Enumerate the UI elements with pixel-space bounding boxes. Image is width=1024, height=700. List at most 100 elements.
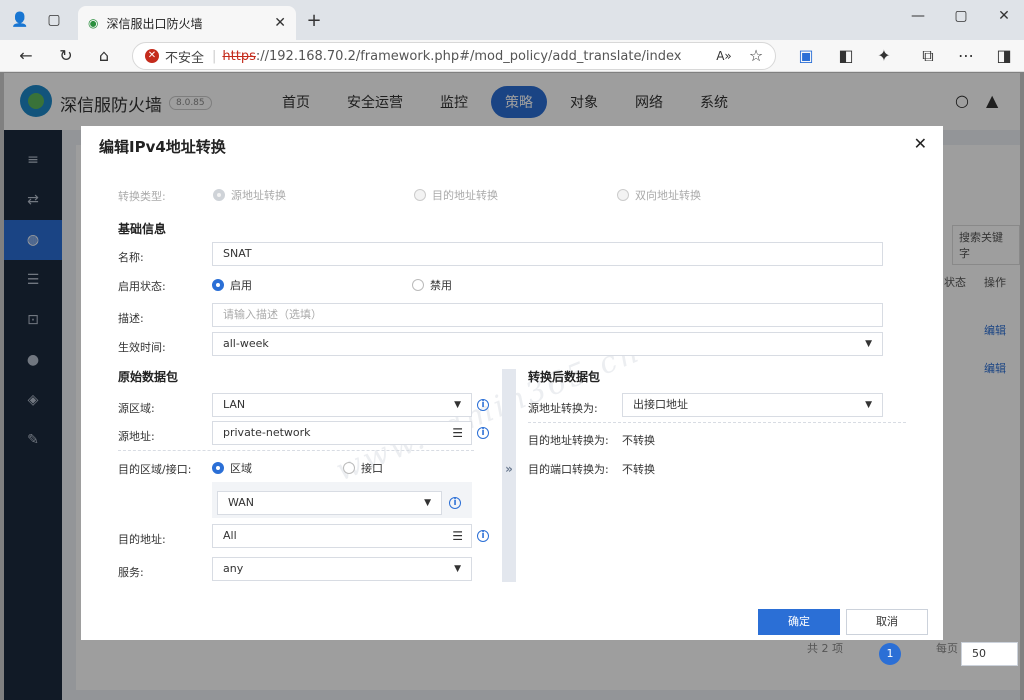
- cancel-button[interactable]: 取消: [846, 609, 928, 635]
- minimize-icon[interactable]: —: [906, 8, 930, 24]
- status-enable-radio[interactable]: 启用: [212, 277, 252, 293]
- tab-actions-icon[interactable]: ▢: [44, 10, 64, 30]
- service-select[interactable]: any ▼: [212, 557, 472, 581]
- type-radio-bidirectional[interactable]: 双向地址转换: [617, 187, 701, 203]
- dst-addr-value: All: [223, 529, 237, 542]
- dst-addr-label: 目的地址:: [118, 533, 166, 546]
- dst-interface-radio[interactable]: 接口: [343, 460, 383, 476]
- src-addr-select[interactable]: private-network ☰: [212, 421, 472, 445]
- divider: [528, 422, 906, 423]
- chevron-down-icon: ▼: [424, 498, 431, 508]
- translated-packet-heading: 转换后数据包: [528, 370, 601, 384]
- home-icon[interactable]: ⌂: [92, 44, 116, 68]
- radio-icon: [212, 279, 224, 291]
- tab-title: 深信服出口防火墙: [106, 16, 203, 31]
- address-row: ← ↻ ⌂ ✕ 不安全 | https ://192.168.70.2/fram…: [0, 40, 1024, 72]
- browser-tab[interactable]: ◉ 深信服出口防火墙 ✕: [78, 6, 296, 40]
- dst-addr-select[interactable]: All ☰: [212, 524, 472, 548]
- info-icon[interactable]: i: [449, 497, 461, 509]
- radio-label: 双向地址转换: [635, 189, 701, 202]
- dst-zone-select[interactable]: WAN ▼: [217, 491, 442, 515]
- site-favicon-icon: ◉: [88, 16, 99, 30]
- double-chevron-right-icon: »: [505, 462, 513, 476]
- browser-tabbar: 👤 ▢ ◉ 深信服出口防火墙 ✕ + — ▢ ✕: [0, 0, 1024, 40]
- type-label: 转换类型:: [118, 190, 166, 203]
- url-separator: |: [212, 48, 217, 64]
- radio-label: 接口: [361, 462, 383, 475]
- desc-label: 描述:: [118, 312, 144, 325]
- type-radio-dnat[interactable]: 目的地址转换: [414, 187, 498, 203]
- radio-label: 源地址转换: [231, 189, 286, 202]
- port-trans-value: 不转换: [622, 463, 655, 476]
- schedule-select[interactable]: all-week ▼: [212, 332, 883, 356]
- radio-icon: [414, 189, 426, 201]
- list-icon: ☰: [452, 426, 463, 440]
- name-label: 名称:: [118, 251, 144, 264]
- window-close-icon[interactable]: ✕: [992, 8, 1016, 24]
- src-trans-select[interactable]: 出接口地址 ▼: [622, 393, 883, 417]
- dst-zone-value: WAN: [228, 496, 255, 509]
- address-bar[interactable]: ✕ 不安全 | https ://192.168.70.2/framework.…: [132, 42, 776, 70]
- schedule-value: all-week: [223, 337, 269, 350]
- src-zone-value: LAN: [223, 398, 246, 411]
- dialog-title: 编辑IPv4地址转换: [99, 138, 226, 156]
- type-radio-snat[interactable]: 源地址转换: [213, 187, 286, 203]
- radio-icon: [617, 189, 629, 201]
- description-input[interactable]: 请输入描述（选填）: [212, 303, 883, 327]
- radio-label: 目的地址转换: [432, 189, 498, 202]
- reload-icon[interactable]: ↻: [54, 44, 78, 68]
- basic-info-heading: 基础信息: [118, 222, 167, 236]
- radio-icon: [213, 189, 225, 201]
- insecure-icon: ✕: [145, 49, 159, 63]
- extension-badge-icon[interactable]: ▣: [794, 44, 818, 68]
- status-label: 启用状态:: [118, 280, 166, 293]
- chevron-down-icon: ▼: [865, 400, 872, 410]
- info-icon[interactable]: i: [477, 427, 489, 439]
- maximize-icon[interactable]: ▢: [949, 8, 973, 24]
- profile-icon[interactable]: 👤: [10, 10, 30, 30]
- url-path: ://192.168.70.2/framework.php#/mod_polic…: [255, 48, 682, 64]
- name-value: SNAT: [223, 247, 252, 260]
- sidebar-toggle-icon[interactable]: ◨: [992, 44, 1016, 68]
- dst-zone-label: 目的区域/接口:: [118, 463, 192, 476]
- page-number[interactable]: 1: [879, 643, 901, 665]
- info-icon[interactable]: i: [477, 399, 489, 411]
- radio-label: 启用: [230, 279, 252, 292]
- name-input[interactable]: SNAT: [212, 242, 883, 266]
- extensions-puzzle-icon[interactable]: ✦: [872, 44, 896, 68]
- back-icon[interactable]: ←: [14, 44, 38, 68]
- new-tab-icon[interactable]: +: [304, 10, 324, 31]
- src-zone-label: 源区域:: [118, 402, 155, 415]
- favorite-star-icon[interactable]: ☆: [744, 44, 768, 68]
- per-page-select[interactable]: 50: [961, 642, 1018, 666]
- radio-icon: [343, 462, 355, 474]
- screenshot-icon[interactable]: ⧉: [916, 44, 940, 68]
- src-addr-label: 源地址:: [118, 430, 155, 443]
- chevron-down-icon: ▼: [865, 339, 872, 349]
- dst-zone-radio[interactable]: 区域: [212, 460, 252, 476]
- info-icon[interactable]: i: [477, 530, 489, 542]
- tab-close-icon[interactable]: ✕: [274, 15, 286, 31]
- status-disable-radio[interactable]: 禁用: [412, 277, 452, 293]
- port-trans-label: 目的端口转换为:: [528, 463, 609, 476]
- read-aloud-icon[interactable]: A»: [712, 44, 736, 68]
- edit-nat-dialog: 编辑IPv4地址转换 ✕ www.admin365.cn 转换类型: 源地址转换…: [81, 126, 943, 640]
- security-label: 不安全: [165, 50, 205, 66]
- schedule-label: 生效时间:: [118, 341, 166, 354]
- extension-icon[interactable]: ◧: [834, 44, 858, 68]
- total-count: 共 2 项: [807, 642, 843, 655]
- confirm-button[interactable]: 确定: [758, 609, 840, 635]
- src-zone-select[interactable]: LAN ▼: [212, 393, 472, 417]
- close-icon[interactable]: ✕: [914, 134, 927, 153]
- chevron-down-icon: ▼: [454, 564, 461, 574]
- src-addr-value: private-network: [223, 426, 311, 439]
- per-page-label: 每页: [936, 642, 958, 655]
- chevron-down-icon: ▼: [454, 400, 461, 410]
- list-icon: ☰: [452, 529, 463, 543]
- url-scheme: https: [222, 48, 256, 64]
- service-label: 服务:: [118, 566, 144, 579]
- radio-label: 区域: [230, 462, 252, 475]
- dst-trans-value: 不转换: [622, 434, 655, 447]
- more-menu-icon[interactable]: ⋯: [954, 44, 978, 68]
- dst-trans-label: 目的地址转换为:: [528, 434, 609, 447]
